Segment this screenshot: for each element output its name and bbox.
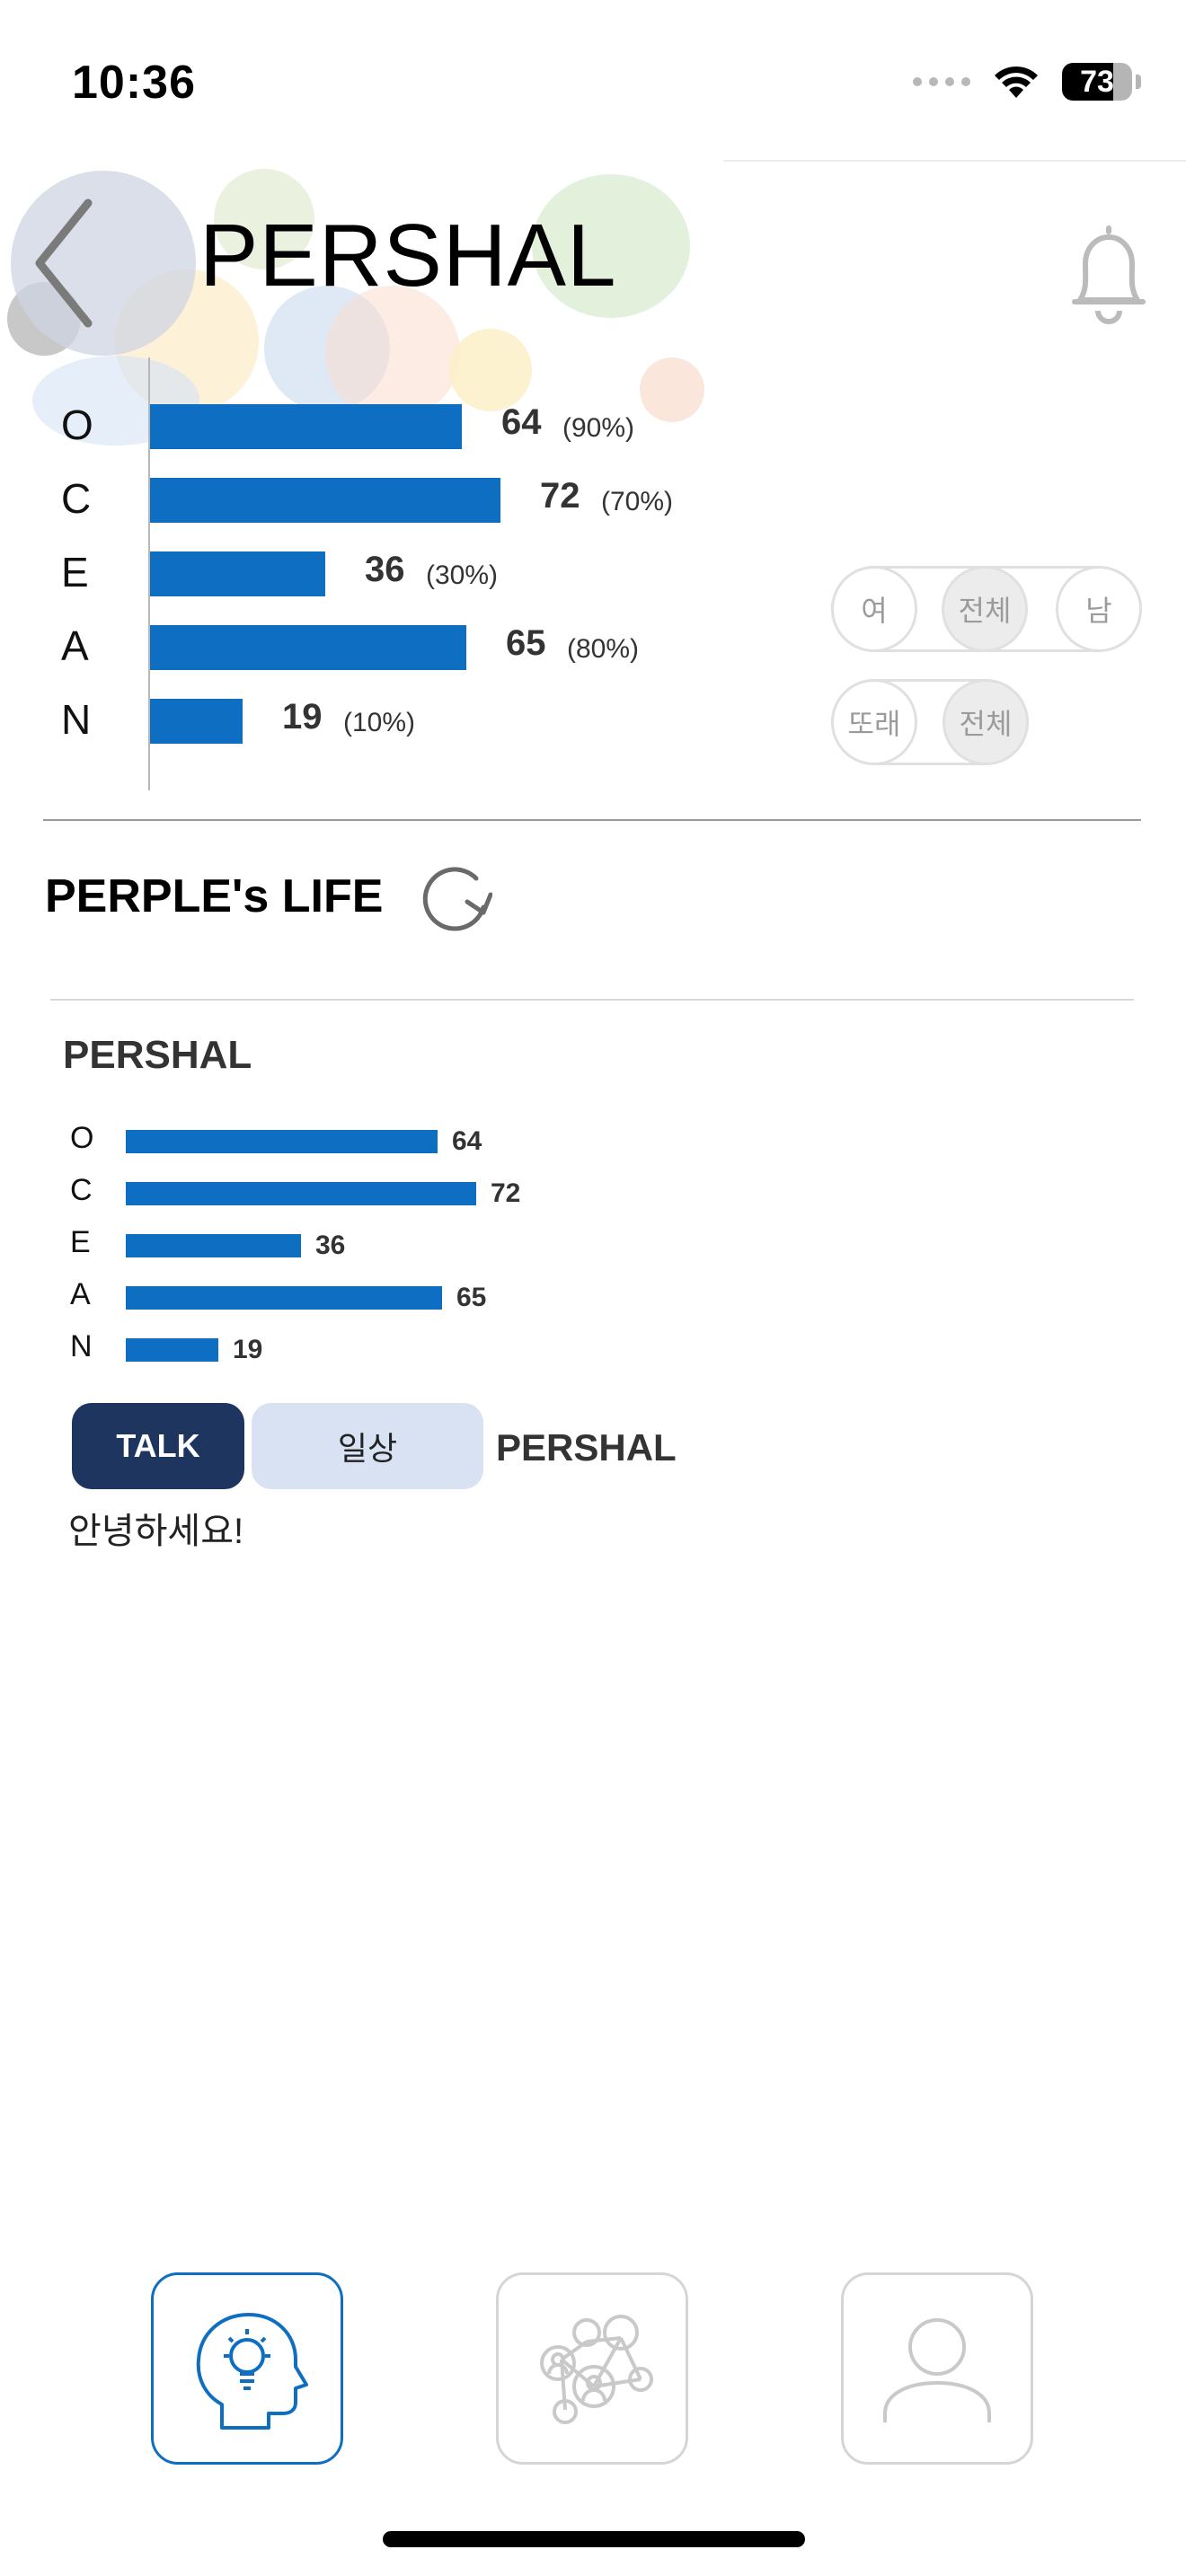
mini-letter: N [70,1329,93,1363]
talk-tag-button[interactable]: TALK [72,1403,244,1489]
ocean-value: 72 [540,476,580,516]
ocean-bar [150,478,500,523]
mini-row: C 72 [0,1173,629,1225]
nav-profile-button[interactable] [841,2272,1033,2465]
mini-bar [126,1130,438,1153]
mini-row: N 19 [0,1329,629,1381]
ocean-percent: (30%) [426,560,499,590]
filter-option-all-gender[interactable]: 전체 [942,566,1028,652]
mini-value: 65 [456,1283,487,1312]
daily-tag-button[interactable]: 일상 [252,1403,483,1489]
person-profile-icon [883,2318,991,2422]
ocean-letter: E [61,549,89,595]
mini-bar [126,1234,301,1257]
ocean-value: 65 [506,623,546,663]
ocean-letter: O [61,401,93,448]
mini-row: E 36 [0,1225,629,1277]
filter-option-all-age[interactable]: 전체 [943,679,1029,765]
ocean-letter: N [61,696,92,743]
filter-option-male[interactable]: 남 [1056,566,1142,652]
card-author: PERSHAL [496,1426,677,1469]
ocean-bar [150,404,462,449]
home-indicator [383,2531,805,2547]
ocean-percent: (80%) [567,634,640,664]
ocean-percent: (10%) [343,708,416,737]
ocean-letter: C [61,475,92,522]
bell-icon[interactable] [1067,225,1150,325]
wifi-icon [995,66,1038,98]
mini-bar [126,1182,476,1205]
mini-letter: C [70,1173,93,1207]
status-icons: 73 [913,63,1141,101]
ocean-row: A 65 (80%) [0,616,737,697]
mini-row: O 64 [0,1121,629,1173]
ocean-bar [150,625,466,670]
back-button[interactable] [11,171,196,356]
mini-value: 19 [233,1335,263,1364]
ocean-percent: (90%) [562,413,635,443]
battery-indicator: 73 [1062,63,1132,101]
mini-value: 64 [452,1126,482,1156]
filter-option-peers[interactable]: 또래 [831,679,917,765]
mini-letter: A [70,1277,91,1311]
battery-level: 73 [1080,64,1114,99]
status-time: 10:36 [72,57,196,109]
mini-value: 36 [315,1231,346,1260]
mini-bar [126,1286,442,1310]
ocean-row: O 64 (90%) [0,395,737,476]
mini-row: A 65 [0,1277,629,1329]
age-filter[interactable]: 또래 전체 [831,679,1029,765]
head-lightbulb-icon [196,2313,308,2430]
cellular-signal-icon [913,77,970,86]
divider [723,160,1186,162]
mini-bar [126,1338,218,1362]
ocean-bar [150,551,325,596]
ocean-percent: (70%) [601,487,674,516]
nav-network-button[interactable] [496,2272,688,2465]
filter-option-female[interactable]: 여 [831,566,917,652]
ocean-row: E 36 (30%) [0,543,737,623]
ocean-row: C 72 (70%) [0,469,737,550]
refresh-icon[interactable] [419,862,492,936]
mini-letter: O [70,1121,94,1155]
ocean-value: 19 [282,697,323,737]
ocean-value: 36 [365,550,405,589]
section-divider [50,999,1134,1001]
section-title: PERPLE's LIFE [45,870,384,922]
mini-value: 72 [491,1178,521,1208]
network-people-icon [540,2315,653,2424]
section-divider [43,819,1141,821]
mini-letter: E [70,1225,91,1259]
ocean-row: N 19 (10%) [0,690,737,771]
ocean-bar [150,699,243,744]
card-message: 안녕하세요! [68,1512,244,1551]
card-title: PERSHAL [63,1033,252,1077]
nav-personality-button[interactable] [151,2272,343,2465]
ocean-value: 64 [501,402,542,442]
ocean-letter: A [61,622,89,669]
page-title: PERSHAL [199,206,617,304]
gender-filter[interactable]: 여 전체 남 [831,566,1142,652]
chevron-left-icon [35,198,93,328]
